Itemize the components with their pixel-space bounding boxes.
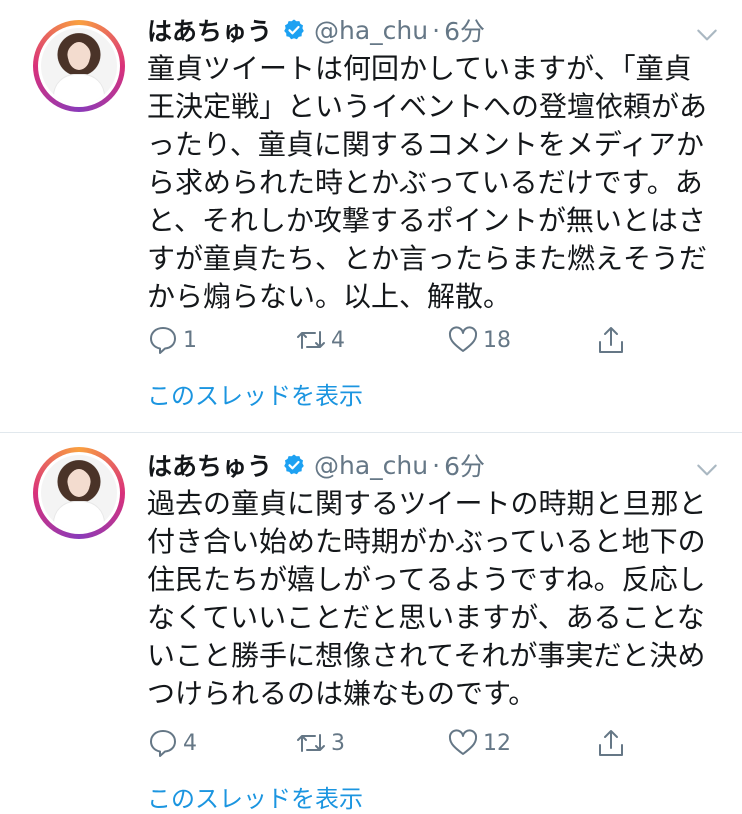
reply-count: 1	[183, 327, 197, 353]
timestamp[interactable]: 6分	[444, 12, 485, 48]
tweet-text: 童貞ツイートは何回かしていますが、「童貞 王決定戦」というイベントへの登壇依頼が…	[147, 50, 717, 316]
tweet-text-line: ら求められた時とかぶっているだけです。あ	[147, 166, 703, 199]
retweet-icon	[297, 734, 325, 752]
tweet-actions: 4 3 12	[147, 723, 667, 763]
tweet-text-line: 住民たちが嬉しがってるようですね。反応し	[147, 563, 706, 596]
like-button[interactable]: 12	[447, 723, 511, 763]
retweet-icon	[297, 331, 325, 349]
like-button[interactable]: 18	[447, 320, 511, 360]
tweet-text-line: いこと勝手に想像されてそれが事実だと決め	[147, 639, 706, 672]
retweet-count: 4	[331, 327, 345, 353]
handle[interactable]: @ha_chu	[314, 451, 428, 480]
verified-badge-icon	[284, 454, 304, 475]
share-button[interactable]	[595, 723, 627, 763]
share-icon	[599, 730, 623, 756]
avatar[interactable]	[33, 20, 125, 112]
tweet-header: はあちゅう @ha_chu · 6分	[147, 10, 485, 50]
retweet-button[interactable]: 3	[295, 723, 345, 763]
heart-icon	[448, 729, 478, 755]
separator: ·	[432, 15, 441, 45]
reply-button[interactable]: 1	[147, 320, 197, 360]
show-thread-link[interactable]: このスレッドを表示	[147, 779, 363, 814]
tweet[interactable]: はあちゅう @ha_chu · 6分 過去の童貞に関するツイートの時期と旦那と …	[0, 433, 742, 813]
heart-icon	[448, 326, 478, 352]
retweet-button[interactable]: 4	[295, 320, 345, 360]
tweet-text-line: なくていいことだと思いますが、あることな	[147, 601, 705, 634]
share-icon	[599, 327, 623, 353]
tweet-header: はあちゅう @ha_chu · 6分	[147, 445, 485, 485]
tweet-text-line: 童貞ツイートは何回かしていますが、「童貞	[147, 52, 692, 85]
tweet-text-line: 過去の童貞に関するツイートの時期と旦那と	[147, 487, 707, 520]
tweet[interactable]: はあちゅう @ha_chu · 6分 童貞ツイートは何回かしていますが、「童貞 …	[0, 0, 742, 432]
reply-icon	[150, 327, 176, 354]
tweet-text-line: つけられるのは嫌なものです。	[147, 677, 537, 710]
avatar[interactable]	[33, 447, 125, 539]
reply-button[interactable]: 4	[147, 723, 197, 763]
handle[interactable]: @ha_chu	[314, 16, 428, 45]
reply-count: 4	[183, 730, 197, 756]
tweet-text: 過去の童貞に関するツイートの時期と旦那と 付き合い始めた時期がかぶっていると地下…	[147, 485, 717, 713]
tweet-text-line: と、それしか攻撃するポイントが無いとはさ	[147, 204, 706, 237]
tweet-text-line: すが童貞たち、とか言ったらまた燃えそうだ	[147, 242, 708, 275]
tweet-text-line: ったり、童貞に関するコメントをメディアか	[147, 128, 704, 161]
display-name[interactable]: はあちゅう	[147, 12, 272, 48]
tweet-text-line: 付き合い始めた時期がかぶっていると地下の	[147, 525, 706, 558]
tweet-actions: 1 4 18	[147, 320, 667, 360]
retweet-count: 3	[331, 730, 345, 756]
separator: ·	[432, 450, 441, 480]
like-count: 18	[483, 327, 511, 353]
reply-icon	[150, 730, 176, 757]
tweet-text-line: から煽らない。以上、解散。	[147, 280, 512, 313]
chevron-down-icon[interactable]	[694, 22, 720, 48]
like-count: 12	[483, 730, 511, 756]
chevron-down-icon[interactable]	[694, 457, 720, 483]
display-name[interactable]: はあちゅう	[147, 447, 272, 483]
verified-badge-icon	[284, 19, 304, 40]
timestamp[interactable]: 6分	[444, 447, 485, 483]
show-thread-link[interactable]: このスレッドを表示	[147, 376, 363, 411]
share-button[interactable]	[595, 320, 627, 360]
tweet-text-line: 王決定戦」というイベントへの登壇依頼があ	[147, 90, 708, 123]
